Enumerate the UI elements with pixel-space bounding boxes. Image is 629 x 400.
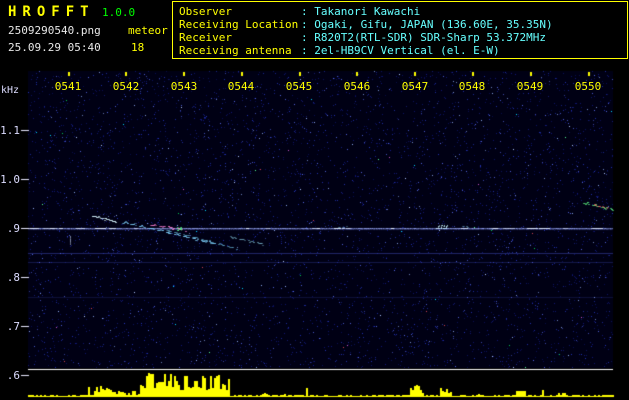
info-row: Observer : Takanori Kawachi bbox=[179, 5, 627, 18]
freq-label: .8 bbox=[6, 271, 20, 284]
freq-label: .6 bbox=[6, 369, 20, 382]
time-label: 0544 bbox=[227, 80, 255, 93]
info-label: Receiving antenna bbox=[179, 44, 292, 57]
info-row: Receiving Location: Ogaki, Gifu, JAPAN (… bbox=[179, 18, 627, 31]
time-label: 0542 bbox=[112, 80, 140, 93]
observer-info-box: Observer : Takanori Kawachi Receiving Loc… bbox=[172, 1, 628, 59]
time-label: 0541 bbox=[54, 80, 82, 93]
info-value: : R820T2(RTL-SDR) SDR-Sharp 53.372MHz bbox=[301, 31, 547, 44]
app-title: HROFFT bbox=[8, 4, 95, 20]
freq-label: 1.0 bbox=[0, 173, 20, 186]
info-row: Receiver : R820T2(RTL-SDR) SDR-Sharp 53.3… bbox=[179, 31, 627, 44]
freq-label: .7 bbox=[6, 320, 20, 333]
info-label: Receiving Location bbox=[179, 18, 299, 31]
info-label: Receiver bbox=[179, 31, 232, 44]
freq-label: .9 bbox=[6, 222, 20, 235]
info-value: : Ogaki, Gifu, JAPAN (136.60E, 35.35N) bbox=[301, 18, 553, 31]
info-value: : 2el-HB9CV Vertical (el. E-W) bbox=[301, 44, 500, 57]
freq-label: 1.1 bbox=[0, 124, 20, 137]
time-label: 0547 bbox=[401, 80, 429, 93]
time-label: 0550 bbox=[574, 80, 602, 93]
info-label: Observer bbox=[179, 5, 232, 18]
time-label: 0548 bbox=[458, 80, 486, 93]
time-label: 0545 bbox=[285, 80, 313, 93]
echo-count-label: 18 bbox=[131, 41, 145, 54]
khz-unit-label: kHz bbox=[1, 85, 20, 96]
spectrogram-canvas bbox=[0, 0, 629, 400]
mode-label: meteor bbox=[128, 24, 168, 37]
filename-label: 2509290540.png bbox=[8, 24, 101, 37]
hrofft-window: HROFFT 1.0.0 2509290540.png meteor 25.09… bbox=[0, 0, 629, 400]
info-value: : Takanori Kawachi bbox=[301, 5, 421, 18]
datetime-label: 25.09.29 05:40 bbox=[8, 41, 101, 54]
time-label: 0549 bbox=[516, 80, 544, 93]
info-row: Receiving antenna : 2el-HB9CV Vertical (e… bbox=[179, 44, 627, 57]
time-label: 0543 bbox=[170, 80, 198, 93]
time-label: 0546 bbox=[343, 80, 371, 93]
app-version: 1.0.0 bbox=[102, 6, 136, 19]
